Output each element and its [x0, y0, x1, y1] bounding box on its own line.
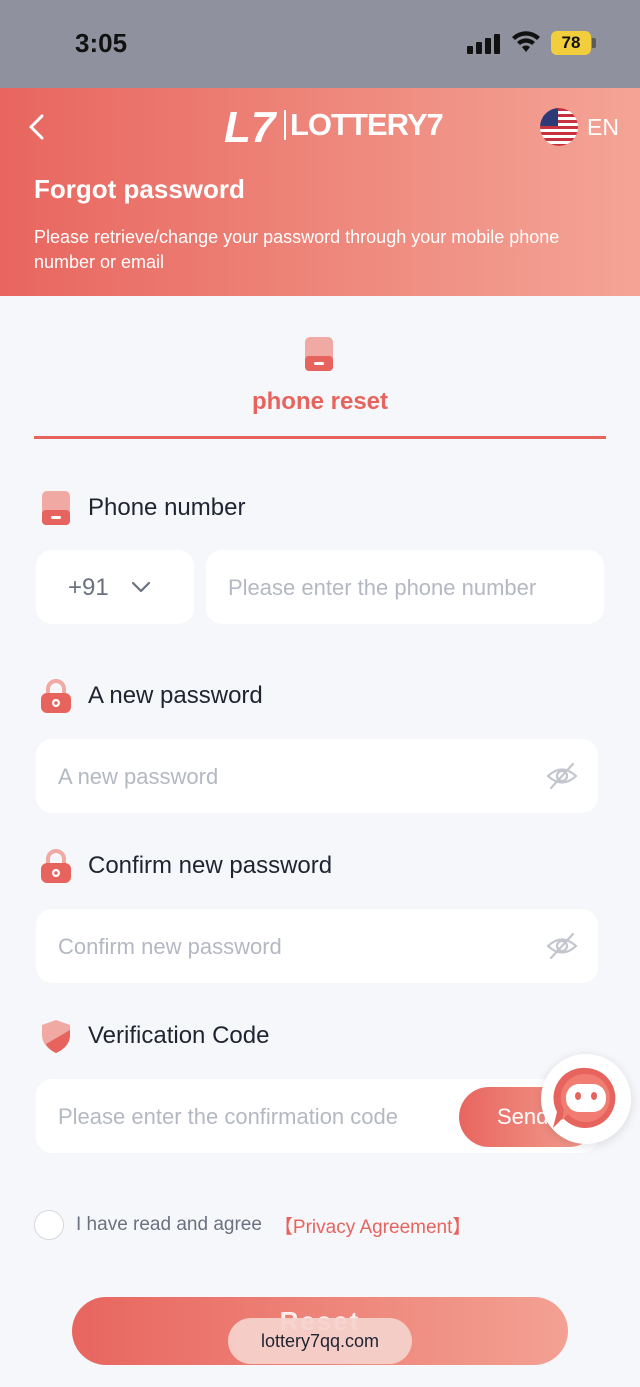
confirm-password-label-text: Confirm new password: [88, 852, 333, 879]
country-code-value: +91: [68, 574, 109, 601]
shield-icon: [42, 1020, 70, 1053]
eye-off-icon[interactable]: [546, 931, 578, 961]
wifi-icon: [512, 31, 540, 52]
tab-label: phone reset: [251, 388, 389, 415]
page-subtitle: Please retrieve/change your password thr…: [34, 227, 560, 272]
confirm-password-input[interactable]: Confirm new password: [36, 909, 598, 983]
battery-level: 78: [561, 33, 581, 52]
cellular-signal-icon: [467, 32, 501, 54]
verification-code-placeholder: Please enter the confirmation code: [58, 1104, 398, 1129]
logo-mark-icon: L7: [224, 103, 278, 148]
battery-icon: 78: [551, 31, 591, 55]
agreement-text: I have read and agree: [76, 1214, 262, 1235]
eye-off-icon[interactable]: [546, 761, 578, 791]
new-password-input[interactable]: A new password: [36, 739, 598, 813]
logo-separator: [284, 110, 286, 140]
header: L7 LOTTERY7 EN Forgot password Please re…: [0, 88, 640, 296]
privacy-agreement-link[interactable]: 【Privacy Agreement】: [274, 1212, 471, 1239]
url-overlay: lottery7qq.com: [228, 1318, 412, 1364]
phone-number-placeholder: Please enter the phone number: [228, 575, 537, 600]
us-flag-icon: [540, 108, 578, 146]
logo-mark-text: L7: [224, 103, 278, 148]
chat-bubble-icon: [553, 1067, 616, 1128]
page-title: Forgot password: [34, 174, 245, 204]
country-code-select[interactable]: +91: [36, 550, 194, 624]
phone-icon: [305, 337, 333, 371]
agreement-row: I have read and agree 【Privacy Agreement…: [34, 1210, 471, 1240]
new-password-placeholder: A new password: [58, 764, 219, 789]
lock-icon: [41, 849, 71, 883]
phone-number-input[interactable]: Please enter the phone number: [206, 550, 604, 624]
battery-tip: [592, 38, 596, 48]
confirm-password-placeholder: Confirm new password: [58, 934, 282, 959]
phone-number-label-text: Phone number: [88, 494, 246, 521]
verification-code-label: Verification Code: [40, 1018, 269, 1054]
chevron-down-icon: [131, 581, 151, 593]
new-password-label-text: A new password: [88, 682, 263, 709]
chat-support-button[interactable]: [541, 1054, 631, 1144]
new-password-label: A new password: [40, 678, 263, 714]
lock-icon: [41, 679, 71, 713]
tab-underline: [34, 436, 606, 439]
language-selector[interactable]: EN: [540, 108, 619, 146]
status-bar: 3:05 78: [0, 0, 640, 88]
confirm-password-label: Confirm new password: [40, 848, 332, 884]
phone-number-label: Phone number: [40, 490, 245, 526]
phone-icon: [42, 491, 70, 525]
verification-code-label-text: Verification Code: [88, 1022, 270, 1049]
back-arrow-icon[interactable]: [22, 110, 52, 144]
logo-text: LOTTERY7: [290, 107, 444, 142]
status-time: 3:05: [75, 28, 128, 58]
app-logo: L7 LOTTERY7: [224, 102, 444, 148]
language-code: EN: [587, 113, 619, 140]
agreement-checkbox[interactable]: [34, 1210, 64, 1240]
tab-phone-reset[interactable]: phone reset: [34, 296, 606, 440]
